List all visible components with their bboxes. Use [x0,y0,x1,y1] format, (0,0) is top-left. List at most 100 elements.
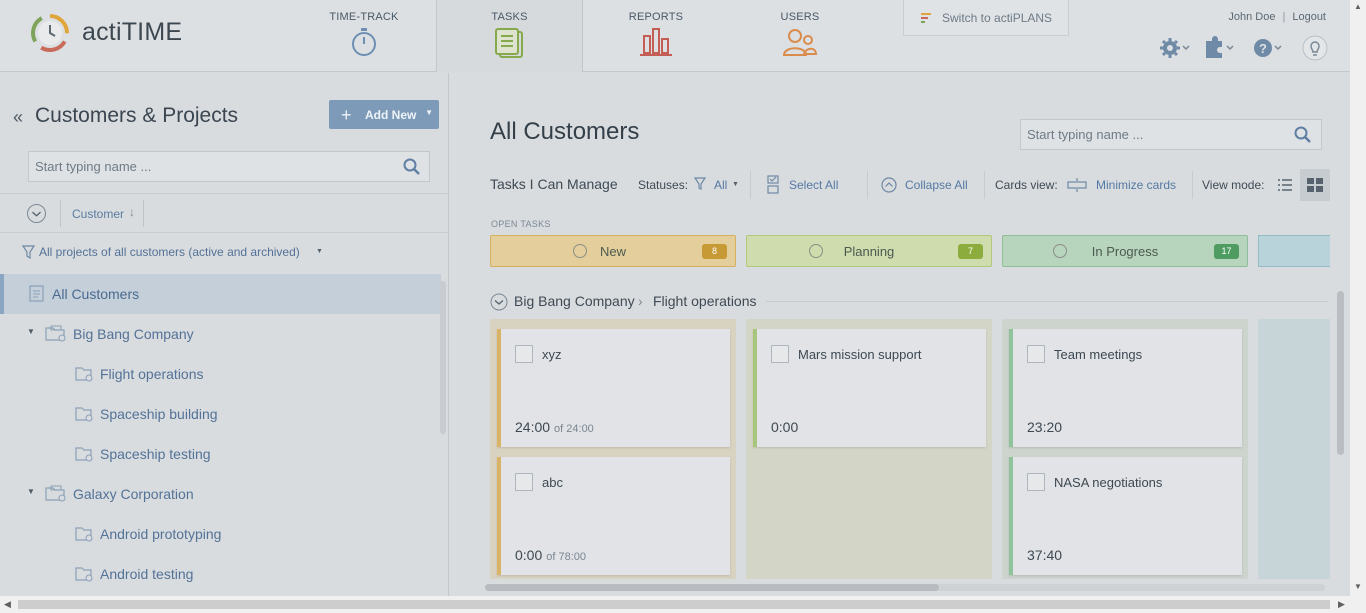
status-count-badge: 17 [1214,244,1239,259]
scroll-up-arrow-icon[interactable]: ▲ [1354,2,1362,11]
group-customer-name[interactable]: Big Bang Company [514,293,635,309]
tree-item-project[interactable]: Flight operations [0,354,441,394]
status-name: New [599,244,626,259]
browser-hscroll-thumb[interactable] [18,600,1330,609]
sort-by-customer[interactable]: Customer [72,207,124,221]
tree-item-customer[interactable]: ▼ Galaxy Corporation [0,474,441,514]
panel-title: Customers & Projects [35,104,239,127]
browser-vertical-scrollbar[interactable]: ▲ ▼ [1350,0,1366,596]
tree-item-project[interactable]: Android testing [0,554,441,594]
task-name[interactable]: xyz [542,347,562,362]
group-divider [766,301,1328,302]
task-search-input[interactable]: Start typing name ... [1020,119,1322,150]
list-view-icon[interactable] [1277,178,1293,192]
board-vscroll-thumb[interactable] [1337,291,1344,455]
task-name[interactable]: abc [542,475,563,490]
switch-actiplans-button[interactable]: Switch to actiPLANS [903,0,1069,36]
panel-scrollbar[interactable] [440,281,446,434]
help-question-icon[interactable]: ? [1254,39,1282,57]
group-project-name[interactable]: Flight operations [653,293,757,309]
expand-chevron-icon[interactable]: ▼ [27,327,35,336]
nav-tasks-label: TASKS [491,11,528,23]
expand-all-icon[interactable] [27,204,46,223]
page-title: All Customers [490,118,640,145]
search-icon[interactable] [1294,126,1312,144]
nav-reports-label: REPORTS [628,11,684,23]
browser-horizontal-scrollbar[interactable]: ◀ ▶ [0,596,1366,613]
task-card[interactable]: NASA negotiations 37:40 [1009,457,1242,575]
scroll-right-arrow-icon[interactable]: ▶ [1338,599,1345,610]
svg-text:?: ? [1259,41,1267,56]
status-column-header[interactable]: In Progress 17 [1002,235,1248,267]
filter-dropdown-icon[interactable]: ▼ [316,248,323,255]
top-bar: actiTIME TIME-TRACK TASKS REPORTS USERS [0,0,1350,72]
project-filter[interactable]: All projects of all customers (active an… [22,245,323,260]
add-new-button[interactable]: + Add New ▼ [329,100,439,129]
board-horizontal-scrollbar[interactable] [485,584,1325,591]
status-count-badge: 8 [702,244,727,259]
status-name: In Progress [1091,244,1159,259]
task-checkbox[interactable] [1027,473,1045,491]
in-progress-tasks-column: Team meetings 23:20 NASA negotiations 37… [1002,319,1248,579]
logout-link[interactable]: Logout [1292,11,1326,23]
collapse-panel-icon[interactable]: « [13,107,23,128]
project-folder-icon [75,527,93,542]
task-time: 0:00 [771,419,798,435]
status-column-header[interactable]: Planning 7 [746,235,992,267]
nav-reports[interactable]: REPORTS [614,0,698,72]
task-card[interactable]: abc 0:00 of 78:00 [497,457,730,575]
collapse-all-icon [881,177,897,193]
user-name-link[interactable]: John Doe [1228,11,1275,23]
tree-item-customer[interactable]: ▼ Big Bang Company [0,314,441,354]
scroll-down-arrow-icon[interactable]: ▼ [1354,582,1362,591]
customers-list-icon [29,285,44,302]
task-name[interactable]: NASA negotiations [1054,475,1162,490]
toolbar-separator [867,171,868,199]
task-time: 37:40 [1027,547,1062,563]
tree-item-all-customers[interactable]: All Customers [0,274,441,314]
sort-arrow-icon[interactable]: ↓ [129,205,135,219]
task-name[interactable]: Team meetings [1054,347,1142,362]
add-ons-puzzle-icon[interactable] [1206,36,1234,58]
tree-item-project[interactable]: Android prototyping [0,514,441,554]
nav-time-track[interactable]: TIME-TRACK [322,0,406,72]
tree-item-project[interactable]: Spaceship building [0,394,441,434]
minimize-cards-button[interactable]: Minimize cards [1096,178,1176,192]
sort-divider [60,200,61,227]
search-icon[interactable] [403,158,421,176]
customer-search-input[interactable]: Start typing name ... [28,151,430,182]
task-checkbox[interactable] [515,345,533,363]
task-name[interactable]: Mars mission support [798,347,922,362]
task-card[interactable]: xyz 24:00 of 24:00 [497,329,730,447]
task-checkbox[interactable] [515,473,533,491]
column-header-partial[interactable] [1258,235,1330,267]
expand-chevron-icon[interactable]: ▼ [27,487,35,496]
main-area: All Customers Start typing name ... Task… [450,73,1350,596]
settings-gear-icon[interactable] [1160,38,1190,58]
task-card[interactable]: Team meetings 23:20 [1009,329,1242,447]
lightbulb-icon[interactable] [1302,35,1328,61]
collapse-all-button[interactable]: Collapse All [905,178,968,192]
task-checkbox[interactable] [1027,345,1045,363]
planning-tasks-column: Mars mission support 0:00 [746,319,992,579]
actitime-logo[interactable] [29,12,71,54]
tree-item-project[interactable]: Spaceship testing [0,434,441,474]
group-collapse-icon[interactable] [490,293,508,311]
status-column-header[interactable]: New 8 [490,235,736,267]
nav-tasks[interactable]: TASKS [436,0,583,72]
cards-view-toggle[interactable] [1300,169,1330,201]
task-checkbox[interactable] [771,345,789,363]
statuses-dropdown-arrow-icon[interactable]: ▼ [732,181,739,188]
statuses-dropdown[interactable]: All [714,178,727,192]
project-folder-icon [75,447,93,462]
task-time-value: 0:00 [515,547,543,563]
switch-actiplans-label: Switch to actiPLANS [942,11,1053,25]
nav-users[interactable]: USERS [758,0,842,72]
scroll-left-arrow-icon[interactable]: ◀ [4,599,11,610]
sort-divider-right [143,200,144,227]
select-all-button[interactable]: Select All [789,178,838,192]
board-hscroll-thumb[interactable] [485,584,939,591]
task-card[interactable]: Mars mission support 0:00 [753,329,986,447]
user-separator: | [1282,11,1286,23]
board-vertical-scrollbar[interactable] [1337,291,1344,581]
